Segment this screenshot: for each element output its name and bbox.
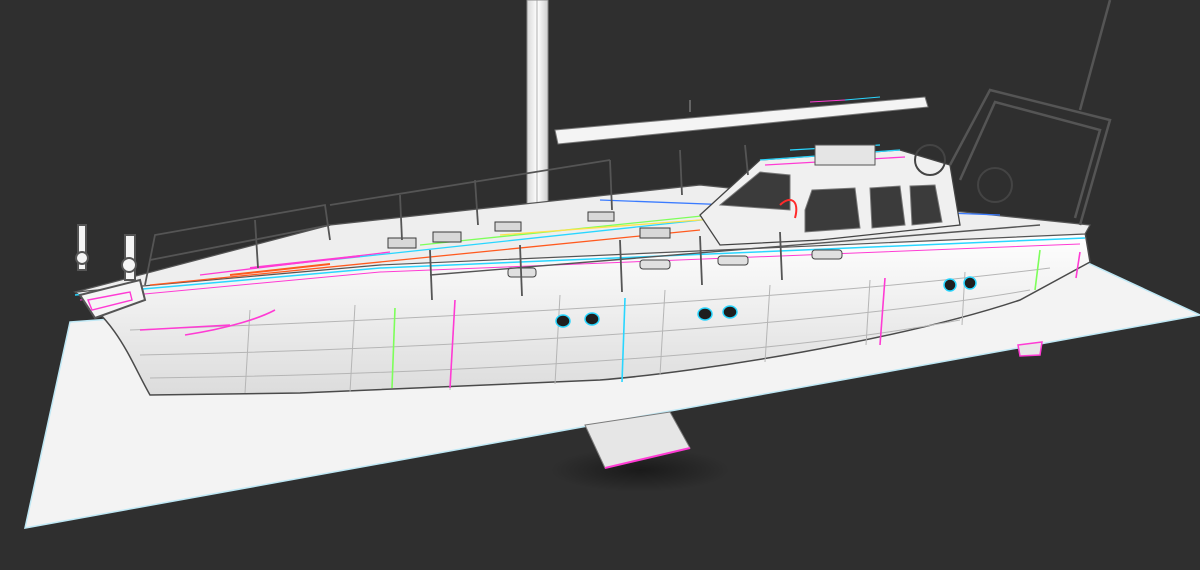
- sailboat-render: [24, 0, 1200, 529]
- rudder: [1017, 341, 1043, 357]
- 3d-viewport[interactable]: [0, 0, 1200, 570]
- boom: [554, 96, 929, 145]
- roof-hatch: [814, 144, 876, 166]
- bow-fittings: [75, 224, 147, 320]
- stern-arch: [948, 0, 1112, 226]
- mast: [526, 0, 549, 221]
